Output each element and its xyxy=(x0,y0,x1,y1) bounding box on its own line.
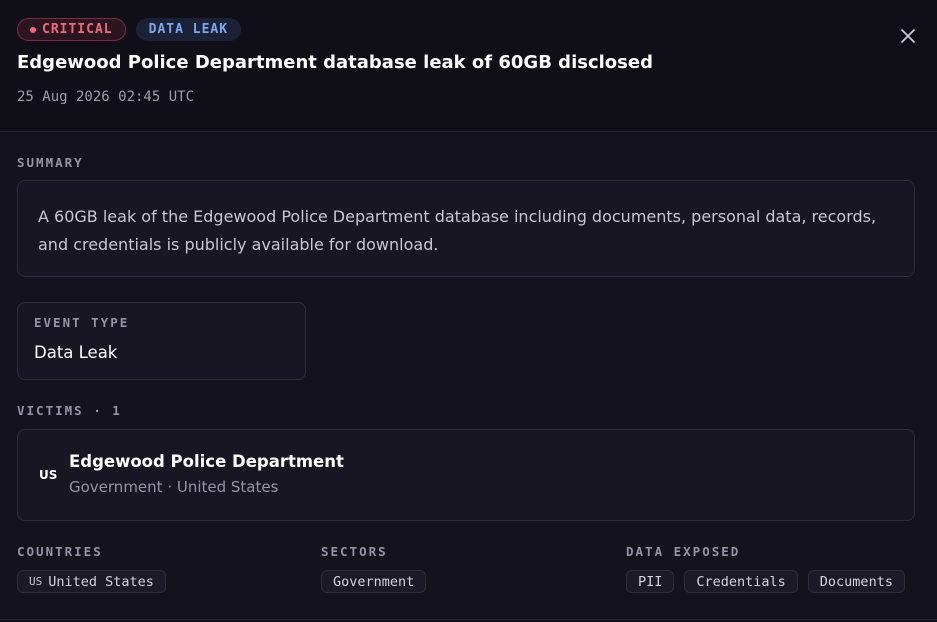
summary-text: A 60GB leak of the Edgewood Police Depar… xyxy=(38,207,877,254)
victim-flag: US xyxy=(39,468,58,482)
sector-chip[interactable]: Government xyxy=(321,570,427,593)
data-exposed-label: DATA EXPOSED xyxy=(626,544,741,559)
event-header: CRITICAL DATA LEAK Edgewood Police Depar… xyxy=(0,0,937,132)
country-chip[interactable]: US United States xyxy=(17,570,166,593)
summary-box: A 60GB leak of the Edgewood Police Depar… xyxy=(17,180,915,277)
country-name: United States xyxy=(48,573,154,590)
countries-chips: US United States xyxy=(17,570,166,593)
data-exposed-chip-pii[interactable]: PII xyxy=(626,570,675,593)
close-button[interactable] xyxy=(896,24,920,48)
sectors-chips: Government xyxy=(321,570,427,593)
victim-name: Edgewood Police Department xyxy=(69,452,344,471)
victims-label: VICTIMS · 1 xyxy=(17,403,122,418)
victim-meta: Government · United States xyxy=(69,478,279,496)
badge-row: CRITICAL DATA LEAK xyxy=(17,18,242,41)
victim-card[interactable]: US Edgewood Police Department Government… xyxy=(17,429,915,521)
bottom-divider xyxy=(0,619,937,620)
countries-label: COUNTRIES xyxy=(17,544,103,559)
event-timestamp: 25 Aug 2026 02:45 UTC xyxy=(17,89,195,105)
data-exposed-chip-credentials[interactable]: Credentials xyxy=(684,570,798,593)
summary-label: SUMMARY xyxy=(17,155,84,170)
close-icon xyxy=(901,29,915,43)
data-exposed-chips: PII Credentials Documents xyxy=(626,570,905,593)
event-title: Edgewood Police Department database leak… xyxy=(17,52,653,73)
severity-badge-label: CRITICAL xyxy=(42,22,113,37)
event-type-card: EVENT TYPE Data Leak xyxy=(17,302,306,380)
event-type-label: EVENT TYPE xyxy=(34,315,130,330)
sectors-label: SECTORS xyxy=(321,544,388,559)
severity-dot-icon xyxy=(30,26,36,33)
event-type-value: Data Leak xyxy=(34,343,118,362)
event-type-badge: DATA LEAK xyxy=(135,18,242,41)
data-exposed-chip-documents[interactable]: Documents xyxy=(807,570,905,593)
country-code: US xyxy=(29,575,43,588)
severity-badge: CRITICAL xyxy=(17,18,126,41)
